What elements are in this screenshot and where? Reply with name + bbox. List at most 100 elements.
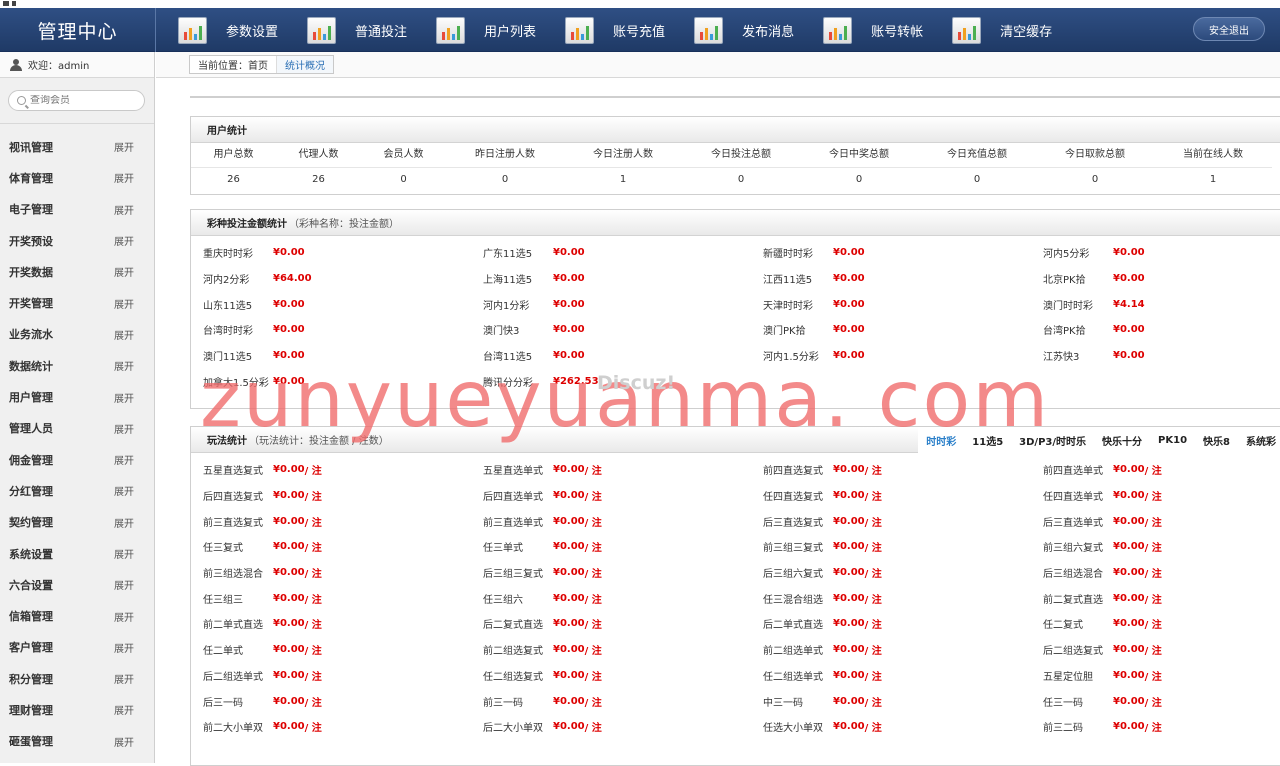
play-tab[interactable]: 快乐8	[1195, 427, 1238, 453]
menu-expand[interactable]: 展开	[114, 327, 134, 342]
sidebar-menu-item[interactable]: 系统设置 展开	[0, 538, 154, 569]
menu-expand[interactable]: 展开	[114, 264, 134, 279]
sidebar-menu-item[interactable]: 体育管理 展开	[0, 162, 154, 193]
sidebar-menu-item[interactable]: 开奖数据 展开	[0, 256, 154, 287]
play-stat-item: 前三组六复式 ¥0.00 / 注	[1043, 534, 1280, 560]
welcome-text: 欢迎：admin	[28, 61, 90, 72]
play-tab[interactable]: PK10	[1150, 427, 1195, 453]
play-tab[interactable]: 系统彩	[1238, 427, 1280, 453]
menu-expand[interactable]: 展开	[114, 452, 134, 467]
menu-expand[interactable]: 展开	[114, 421, 134, 436]
nav-item[interactable]: 发布消息	[694, 8, 794, 52]
menu-expand[interactable]: 展开	[114, 640, 134, 655]
nav-label: 参数设置	[226, 24, 279, 40]
menu-expand[interactable]: 展开	[114, 546, 134, 561]
lottery-stat-item: 北京PK拾 ¥0.00	[1043, 266, 1280, 292]
sidebar-menu-item[interactable]: 分红管理 展开	[0, 475, 154, 506]
play-tab[interactable]: 3D/P3/时时乐	[1011, 427, 1094, 453]
menu-expand[interactable]: 展开	[114, 390, 134, 405]
nav-item[interactable]: 账号充值	[565, 8, 665, 52]
sidebar-menu-item[interactable]: 用户管理 展开	[0, 381, 154, 412]
menu-expand[interactable]: 展开	[114, 515, 134, 530]
play-amount: ¥0.00	[833, 567, 865, 579]
stat-header: 昨日注册人数	[475, 149, 535, 160]
sidebar-menu-item[interactable]: 数据统计 展开	[0, 350, 154, 381]
menu-expand[interactable]: 展开	[114, 671, 134, 686]
menu-label: 积分管理	[9, 672, 53, 686]
lottery-amount: ¥0.00	[833, 247, 865, 259]
menu-label: 电子管理	[9, 203, 53, 217]
lottery-amount: ¥0.00	[553, 350, 585, 362]
stat-header: 今日中奖总额	[829, 149, 889, 160]
search-input[interactable]	[30, 95, 140, 106]
user-stats-table: 用户总数 代理人数 会员人数 昨日注册人数 今日注册人数 今日投注总额 今日中奖总额 今日充值…	[191, 143, 1280, 191]
play-amount: ¥0.00	[273, 541, 305, 553]
search-box[interactable]	[8, 90, 145, 111]
menu-expand[interactable]: 展开	[114, 609, 134, 624]
sidebar-menu-item[interactable]: 开奖管理 展开	[0, 287, 154, 318]
window-control-icon[interactable]	[12, 1, 16, 6]
stat-value: 0	[682, 167, 800, 191]
sidebar-menu-item[interactable]: 六合设置 展开	[0, 569, 154, 600]
sidebar-menu-item[interactable]: 客户管理 展开	[0, 632, 154, 663]
play-name: 后二复式直选	[483, 620, 543, 632]
lottery-name: 广东11选5	[483, 249, 533, 261]
play-tab[interactable]: 时时彩	[918, 427, 964, 453]
nav-label: 用户列表	[484, 24, 537, 40]
sidebar-menu-item[interactable]: 理财管理 展开	[0, 694, 154, 725]
lottery-name: 澳门快3	[483, 326, 520, 338]
chart-icon	[178, 16, 207, 44]
sidebar-menu-item[interactable]: 契约管理 展开	[0, 507, 154, 538]
menu-label: 开奖预设	[9, 234, 53, 248]
play-tab[interactable]: 快乐十分	[1094, 427, 1150, 453]
menu-expand[interactable]: 展开	[114, 233, 134, 248]
play-tab[interactable]: 11选5	[964, 427, 1011, 453]
lottery-amount: ¥0.00	[1113, 350, 1145, 362]
play-amount: ¥0.00	[553, 592, 585, 604]
lottery-amount: ¥0.00	[1113, 324, 1145, 336]
menu-expand[interactable]: 展开	[114, 170, 134, 185]
play-unit: / 注	[864, 620, 882, 632]
menu-label: 系统设置	[9, 547, 53, 561]
sidebar-menu-item[interactable]: 业务流水 展开	[0, 319, 154, 350]
sidebar-menu-item[interactable]: 佣金管理 展开	[0, 444, 154, 475]
menu-label: 信箱管理	[9, 610, 53, 624]
chart-icon	[823, 16, 853, 44]
play-amount: ¥0.00	[553, 644, 585, 656]
menu-expand[interactable]: 展开	[114, 358, 134, 373]
play-amount: ¥0.00	[1113, 592, 1145, 604]
play-stat-item: 任二复式 ¥0.00 / 注	[1043, 611, 1280, 637]
play-stat-item: 任三一码 ¥0.00 / 注	[1043, 688, 1280, 714]
play-amount: ¥0.00	[1113, 567, 1145, 579]
nav-item[interactable]: 账号转帐	[823, 8, 923, 52]
menu-expand[interactable]: 展开	[114, 483, 134, 498]
nav-item[interactable]: 参数设置	[178, 8, 278, 52]
play-amount: ¥0.00	[273, 721, 305, 733]
nav-item[interactable]: 清空缓存	[952, 8, 1052, 52]
menu-expand[interactable]: 展开	[114, 702, 134, 717]
nav-item[interactable]: 用户列表	[436, 8, 536, 52]
sidebar-menu-item[interactable]: 砸蛋管理 展开	[0, 726, 154, 757]
sidebar-menu-item[interactable]: 信箱管理 展开	[0, 600, 154, 631]
nav-label: 账号转帐	[871, 24, 924, 40]
menu-expand[interactable]: 展开	[114, 202, 134, 217]
play-amount: ¥0.00	[553, 721, 585, 733]
menu-expand[interactable]: 展开	[114, 139, 134, 154]
sidebar-menu-item[interactable]: 电子管理 展开	[0, 194, 154, 225]
sidebar-menu-item[interactable]: 开奖预设 展开	[0, 225, 154, 256]
window-control-icon[interactable]	[3, 1, 9, 6]
play-unit: / 注	[1144, 492, 1162, 504]
sidebar-menu-item[interactable]: 积分管理 展开	[0, 663, 154, 694]
play-name: 前三组选混合	[203, 569, 263, 581]
menu-expand[interactable]: 展开	[114, 734, 134, 749]
play-unit: / 注	[864, 466, 882, 478]
sidebar-menu-item[interactable]: 管理人员 展开	[0, 413, 154, 444]
logout-button[interactable]: 安全退出	[1193, 17, 1265, 41]
menu-expand[interactable]: 展开	[114, 577, 134, 592]
lottery-amount: ¥0.00	[553, 273, 585, 285]
nav-item[interactable]: 普通投注	[307, 8, 407, 52]
menu-expand[interactable]: 展开	[114, 296, 134, 311]
sidebar-menu-item[interactable]: 视讯管理 展开	[0, 131, 154, 162]
breadcrumb-home[interactable]: 当前位置：首页	[190, 56, 276, 73]
play-unit: / 注	[1144, 594, 1162, 606]
